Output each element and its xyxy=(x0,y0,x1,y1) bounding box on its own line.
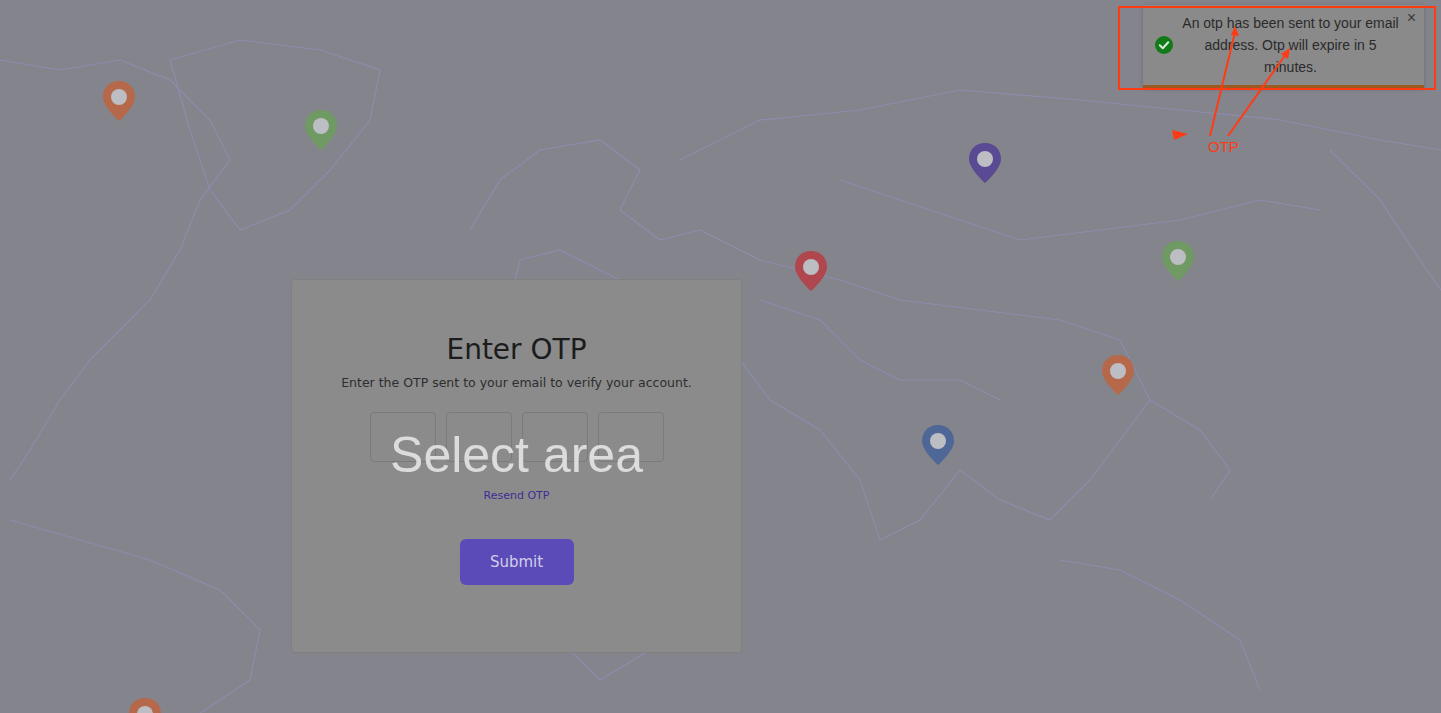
otp-page: Enter OTP Enter the OTP sent to your emai… xyxy=(0,0,1441,713)
otp-card: Enter OTP Enter the OTP sent to your emai… xyxy=(291,279,742,653)
toast: An otp has been sent to your email addre… xyxy=(1143,5,1424,88)
submit-button[interactable]: Submit xyxy=(460,539,574,585)
otp-fields: Select area xyxy=(370,412,664,462)
map-pin-icon[interactable] xyxy=(792,249,830,293)
otp-input[interactable] xyxy=(446,412,512,462)
select-area-label: Select area xyxy=(390,426,643,484)
map-pin-icon[interactable] xyxy=(1159,239,1197,283)
resend-link[interactable]: Resend OTP xyxy=(484,489,550,502)
main-area: Enter OTP Enter the OTP sent to your emai… xyxy=(0,0,1441,653)
map-pin-icon[interactable] xyxy=(302,108,340,152)
map-pin-icon[interactable] xyxy=(100,79,138,123)
otp-input[interactable] xyxy=(370,412,436,462)
close-button[interactable]: × xyxy=(1407,9,1416,27)
toast-message: An otp has been sent to your email addre… xyxy=(1181,12,1400,78)
annotation-label: OTP xyxy=(1208,138,1239,156)
card-title: Enter OTP xyxy=(446,332,586,368)
map-pin-icon[interactable] xyxy=(919,423,957,467)
card-subtitle: Enter the OTP sent to your email to veri… xyxy=(341,374,692,392)
map-pin-icon[interactable] xyxy=(966,141,1004,185)
check-icon xyxy=(1155,36,1173,54)
otp-input[interactable] xyxy=(522,412,588,462)
otp-input[interactable] xyxy=(598,412,664,462)
map-pin-icon[interactable] xyxy=(1099,353,1137,397)
annotation-box xyxy=(1118,6,1436,90)
annotation-arrows-icon xyxy=(1160,20,1300,150)
map-pin-icon[interactable] xyxy=(126,696,164,713)
